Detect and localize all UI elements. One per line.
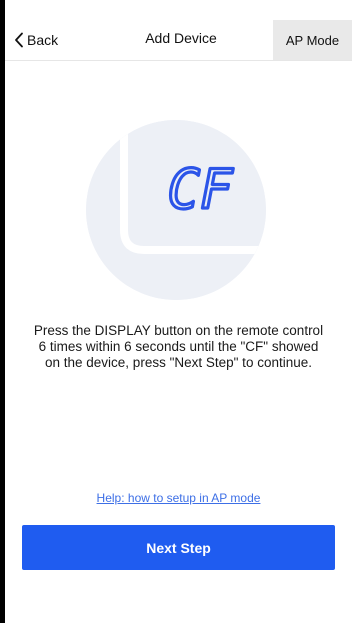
- add-device-screen: Back Add Device AP Mode CF Press the DIS…: [5, 0, 352, 623]
- instructions-text: Press the DISPLAY button on the remote c…: [33, 323, 324, 370]
- back-button[interactable]: Back: [14, 28, 58, 52]
- nav-header: Back Add Device AP Mode: [5, 20, 352, 61]
- ap-mode-button[interactable]: AP Mode: [273, 20, 352, 60]
- device-display-illustration: CF: [86, 120, 266, 300]
- chevron-left-icon: [14, 32, 24, 48]
- page-title: Add Device: [145, 30, 217, 46]
- next-step-button[interactable]: Next Step: [22, 525, 335, 570]
- back-label: Back: [27, 32, 59, 48]
- help-ap-mode-link[interactable]: Help: how to setup in AP mode: [5, 491, 352, 505]
- cf-display-text: CF: [167, 158, 234, 221]
